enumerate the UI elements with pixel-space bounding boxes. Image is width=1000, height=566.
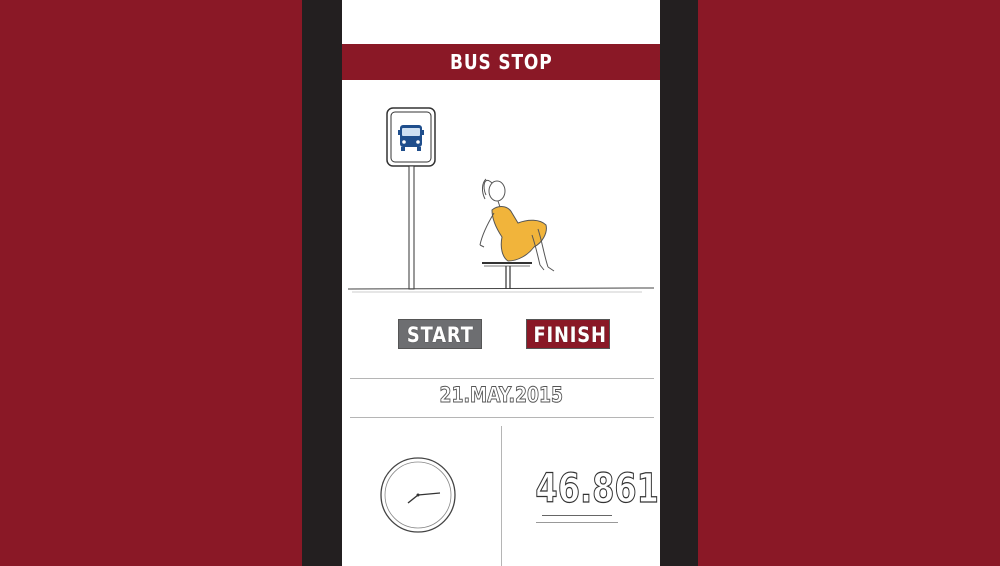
finish-button[interactable]: FINISH: [526, 319, 610, 349]
bus-stop-sign-icon: [386, 107, 436, 290]
counter-underline: [542, 515, 612, 516]
panel-divider: [501, 426, 502, 566]
bus-stop-scene: [347, 107, 655, 293]
app-screen: BUS STOP START FINISH 21.MAY.2015 46.861: [342, 0, 660, 566]
analog-clock-icon: [380, 457, 456, 533]
woman-sitting-figure: [479, 178, 555, 272]
ground-line: [347, 287, 655, 293]
divider-bottom: [350, 417, 654, 418]
divider-top: [350, 378, 654, 379]
counter-value: 46.861: [535, 465, 659, 512]
finish-button-label: FINISH: [533, 323, 607, 347]
counter-underline-2: [536, 522, 618, 523]
bench-illustration: [482, 262, 532, 289]
status-bar: [342, 0, 660, 44]
date-text: 21.MAY.2015: [439, 383, 563, 408]
app-title: BUS STOP: [449, 50, 553, 74]
start-button[interactable]: START: [398, 319, 482, 349]
counter-display: 46.861: [520, 465, 659, 512]
phone-frame: BUS STOP START FINISH 21.MAY.2015 46.861: [302, 0, 698, 566]
date-display: 21.MAY.2015: [342, 383, 660, 408]
app-header: BUS STOP: [342, 44, 660, 80]
start-button-label: START: [406, 323, 474, 347]
